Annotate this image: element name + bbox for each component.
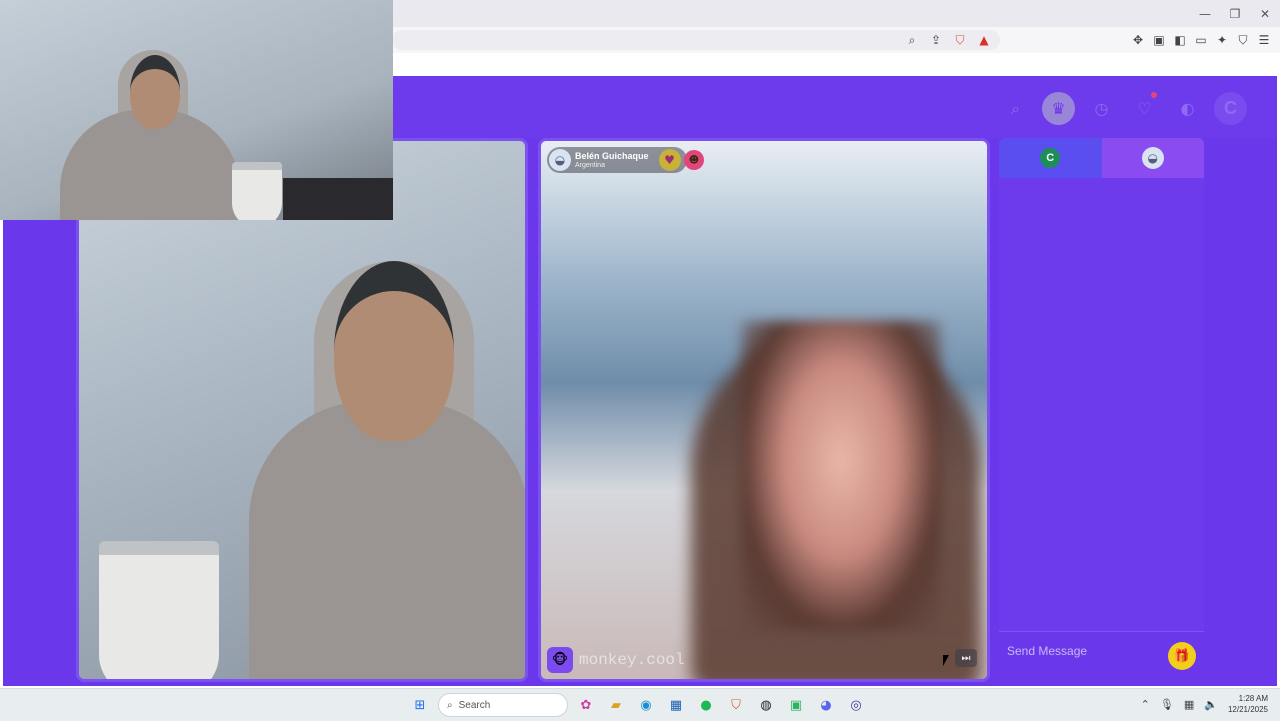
remote-user-tab-avatar: ◒ (1141, 147, 1164, 169)
search-icon[interactable]: ⌕ (999, 92, 1032, 125)
extensions-icon[interactable]: ✥ (1130, 32, 1146, 48)
network-icon[interactable]: ▦ (1184, 698, 1194, 711)
chat-tabs: C ◒ (999, 138, 1204, 178)
leo-icon[interactable]: ✦ (1214, 32, 1230, 48)
start-button[interactable]: ⊞ (408, 693, 432, 717)
app-icon[interactable]: ▣ (784, 693, 808, 717)
file-explorer-icon[interactable]: ▰ (604, 693, 628, 717)
notification-dot (1151, 92, 1157, 98)
message-input[interactable]: Send Message (1007, 644, 1087, 658)
tab-local-user[interactable]: C (999, 138, 1102, 178)
watermark-text: monkey.cool (579, 651, 685, 669)
chat-panel: C ◒ Send Message 🎁 (999, 138, 1204, 682)
gift-button[interactable]: 🎁 (1168, 642, 1196, 670)
window-controls: — ❐ ✕ (1190, 0, 1280, 27)
remote-video: ◒ Belén Guichaque Argentina ♥ ☻ 🐵 monkey… (538, 138, 990, 682)
tumbler-cup (99, 541, 219, 679)
zoom-icon[interactable]: ⌕ (904, 32, 920, 48)
minimize-button[interactable]: — (1190, 0, 1220, 27)
obs-icon[interactable]: ◍ (754, 693, 778, 717)
volume-icon[interactable]: 🔈 (1204, 698, 1218, 711)
tab-search-icon[interactable]: ▣ (1151, 32, 1167, 48)
skip-button[interactable]: ⏭ (955, 649, 977, 667)
taskbar-search-label: Search (458, 699, 491, 711)
cortana-icon[interactable]: ◎ (844, 693, 868, 717)
address-bar[interactable]: ⌕ ⇪ ⛉ ▲ (392, 30, 1000, 50)
remote-user-card[interactable]: ◒ Belén Guichaque Argentina ♥ (547, 147, 687, 173)
pip-camera-overlay (0, 0, 393, 220)
edge-icon[interactable]: ◉ (634, 693, 658, 717)
wallet-icon[interactable]: ▭ (1193, 32, 1209, 48)
windows-taskbar: ⊞ ⌕ Search ✿ ▰ ◉ ▦ ● ⛉ ◍ ▣ ◕ ◎ ⌃ 🎙 ▦ 🔈 1… (0, 688, 1280, 721)
mouse-cursor (943, 655, 949, 666)
chevron-up-icon[interactable]: ⌃ (1141, 698, 1150, 711)
pip-cup (232, 162, 282, 220)
close-button[interactable]: ✕ (1250, 0, 1280, 27)
spotify-icon[interactable]: ● (694, 693, 718, 717)
chat-input-bar: Send Message 🎁 (999, 631, 1204, 682)
history-icon[interactable]: ◷ (1085, 92, 1118, 125)
pip-table (283, 178, 393, 220)
share-icon[interactable]: ⇪ (928, 32, 944, 48)
menu-icon[interactable]: ☰ (1256, 32, 1272, 48)
copilot-icon[interactable]: ✿ (574, 693, 598, 717)
monkey-watermark: 🐵 monkey.cool (547, 647, 685, 673)
local-person-body (249, 401, 525, 679)
remote-user-country: Argentina (575, 161, 605, 169)
remote-person-face (741, 321, 941, 631)
sidebar-icon[interactable]: ◧ (1172, 32, 1188, 48)
tab-remote-user[interactable]: ◒ (1101, 138, 1204, 178)
microphone-icon[interactable]: 🎙 (1160, 698, 1174, 711)
brave-icon[interactable]: ⛉ (724, 693, 748, 717)
remote-user-name: Belén Guichaque (575, 150, 649, 161)
clock-date: 12/21/2025 (1227, 705, 1268, 714)
local-person-face (334, 261, 454, 441)
local-user-avatar: C (1040, 148, 1061, 168)
store-icon[interactable]: ▦ (664, 693, 688, 717)
taskbar-search[interactable]: ⌕ Search (438, 693, 568, 717)
explore-icon[interactable]: ◐ (1171, 92, 1204, 125)
restore-button[interactable]: ❐ (1220, 0, 1250, 27)
chat-icon[interactable]: ♡ (1128, 92, 1161, 125)
system-clock[interactable]: 1:28 AM 12/21/2025 (1228, 693, 1268, 715)
clock-time: 1:28 AM (1238, 694, 1268, 703)
search-icon: ⌕ (447, 699, 453, 711)
like-button[interactable]: ♥ (658, 149, 681, 171)
brave-rewards-icon[interactable]: ▲ (976, 32, 992, 48)
remote-user-avatar: ◒ (549, 149, 571, 171)
pip-person-face (130, 55, 180, 129)
report-badge-icon[interactable]: ☻ (684, 150, 704, 170)
profile-avatar[interactable]: C (1214, 92, 1247, 125)
brave-shield-icon[interactable]: ⛉ (952, 32, 968, 48)
vpn-icon[interactable]: ⛉ (1235, 32, 1251, 48)
monkey-logo-icon: 🐵 (547, 647, 573, 673)
discord-icon[interactable]: ◕ (814, 693, 838, 717)
crown-icon[interactable]: ♛ (1042, 92, 1075, 125)
